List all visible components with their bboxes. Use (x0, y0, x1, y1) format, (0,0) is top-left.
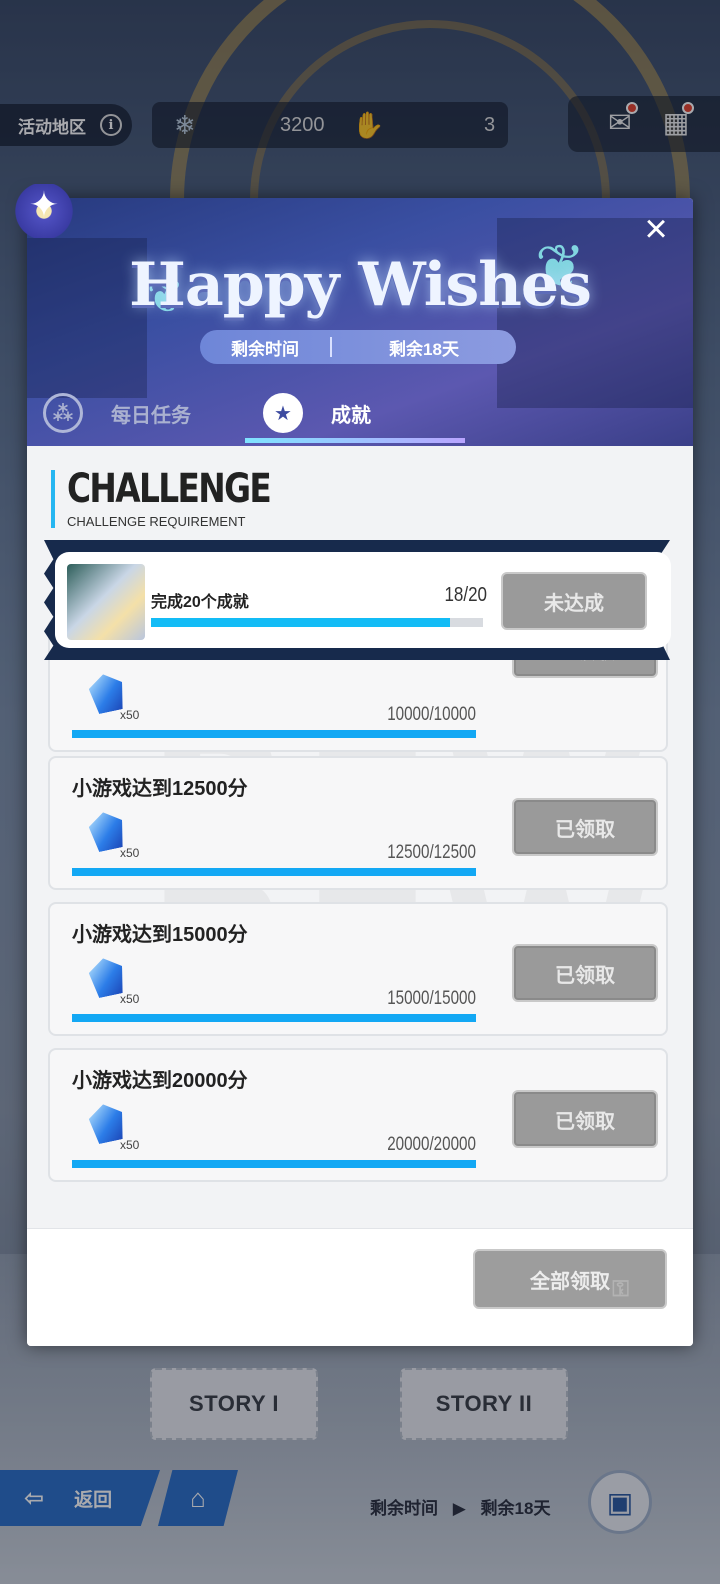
task-title: 小游戏达到20000分 (72, 1070, 248, 1092)
lock-icon: ⚿ (612, 1276, 629, 1301)
highlight-title: 完成20个成就 (151, 594, 249, 611)
task-progress-bar (72, 1014, 476, 1022)
crystal-reward-icon: x50 (86, 1100, 139, 1152)
task-progress-text: 20000/20000 (387, 1134, 476, 1155)
highlight-progress-text: 18/20 (444, 584, 487, 606)
event-modal: ❦ ❦ Happy Wishes 剩余时间 剩余18天 × ⁂ 每日任务 ★ 成… (27, 198, 693, 1346)
claimed-button[interactable]: 已领取 (512, 944, 658, 1002)
task-list[interactable]: x50 10000/10000 已领取 小游戏达到12500分 x50 1250… (27, 198, 693, 1346)
crystal-reward-icon: x50 (86, 808, 139, 860)
task-progress-text: 15000/15000 (387, 988, 476, 1009)
claimed-button[interactable]: 已领取 (512, 1090, 658, 1148)
highlight-progress-bar (151, 618, 483, 627)
task-title: 小游戏达到12500分 (72, 778, 248, 800)
task-progress-bar (72, 730, 476, 738)
task-card: 小游戏达到15000分 x50 15000/15000 已领取 (48, 902, 668, 1036)
achievement-avatar (67, 564, 145, 640)
reward-qty: x50 (120, 1138, 140, 1152)
reward-qty: x50 (120, 708, 140, 722)
reward-qty: x50 (120, 846, 140, 860)
task-title: 小游戏达到15000分 (72, 924, 248, 946)
claim-all-button[interactable]: 全部领取 ⚿ (473, 1249, 667, 1309)
task-progress-text: 12500/12500 (387, 842, 476, 863)
task-progress-text: 10000/10000 (387, 704, 476, 725)
claimed-button[interactable]: 已领取 (512, 798, 658, 856)
not-achieved-button[interactable]: 未达成 (501, 572, 647, 630)
crystal-reward-icon: x50 (86, 670, 139, 722)
task-progress-bar (72, 1160, 476, 1168)
task-card: 小游戏达到12500分 x50 12500/12500 已领取 (48, 756, 668, 890)
gift-bow-icon: ✦ (14, 184, 74, 238)
crystal-reward-icon: x50 (86, 954, 139, 1006)
task-progress-bar (72, 868, 476, 876)
reward-qty: x50 (120, 992, 140, 1006)
task-card: 小游戏达到20000分 x50 20000/20000 已领取 (48, 1048, 668, 1182)
claim-all-label: 全部领取 (530, 1270, 610, 1293)
modal-footer: 全部领取 ⚿ (27, 1228, 693, 1346)
